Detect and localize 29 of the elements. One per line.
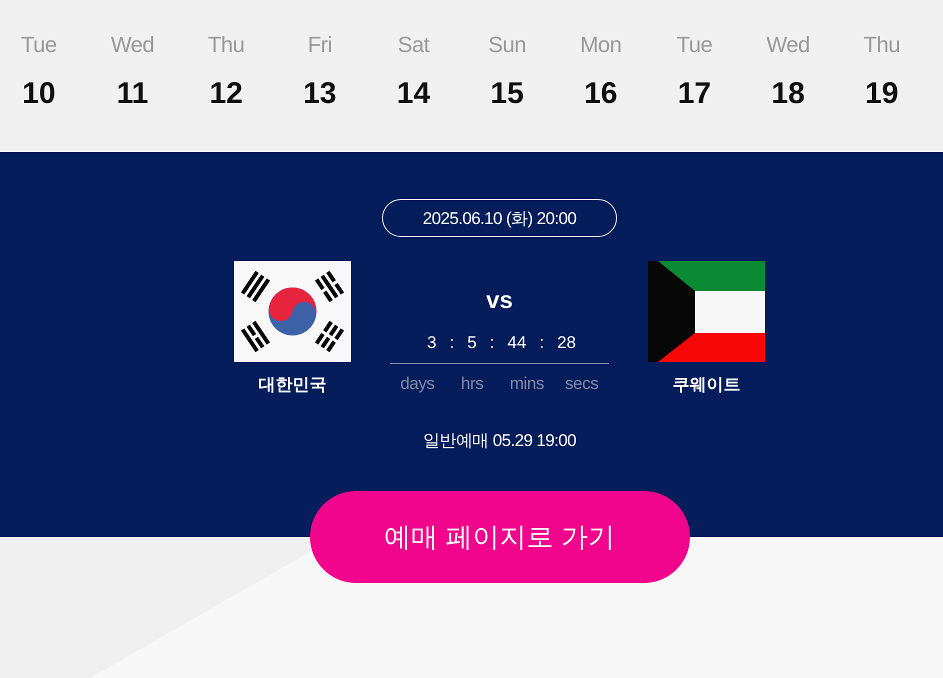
date-button[interactable]: Fri 13 — [301, 31, 338, 111]
south-korea-flag-icon — [234, 261, 351, 362]
match-datetime: 2025.06.10 (화) 20:00 — [382, 199, 617, 237]
countdown-value: 5 — [467, 332, 477, 354]
booking-button[interactable]: 예매 페이지로 가기 — [310, 491, 690, 583]
date-button[interactable]: Wed 11 — [108, 31, 156, 111]
countdown-separator: : — [449, 332, 454, 354]
home-team-name: 대한민국 — [258, 374, 326, 396]
date-button[interactable]: Sat 14 — [394, 31, 432, 111]
date-button[interactable]: Tue 10 — [19, 31, 59, 111]
countdown-separator: : — [539, 332, 544, 354]
date-button[interactable]: Wed 18 — [764, 31, 812, 111]
date-button[interactable]: Thu 19 — [862, 31, 902, 111]
countdown-value: 3 — [427, 332, 436, 354]
countdown-unit: mins — [510, 373, 544, 395]
date-button[interactable]: Sun 15 — [486, 31, 528, 111]
countdown-value: 28 — [557, 332, 576, 354]
countdown-value: 44 — [507, 332, 526, 354]
versus-label: vs — [486, 287, 513, 315]
date-button[interactable]: Tue 17 — [674, 31, 714, 111]
countdown-unit: hrs — [460, 373, 484, 395]
countdown-separator: : — [490, 332, 494, 354]
kuwait-flag-icon — [648, 261, 765, 362]
countdown-unit: days — [400, 373, 435, 395]
date-button[interactable]: Thu 12 — [206, 31, 246, 111]
general-sale-time: 일반예매 05.29 19:00 — [423, 430, 576, 452]
countdown-unit: secs — [564, 373, 598, 395]
away-team-name: 쿠웨이트 — [672, 374, 740, 396]
date-button[interactable]: Mon 16 — [578, 31, 624, 111]
